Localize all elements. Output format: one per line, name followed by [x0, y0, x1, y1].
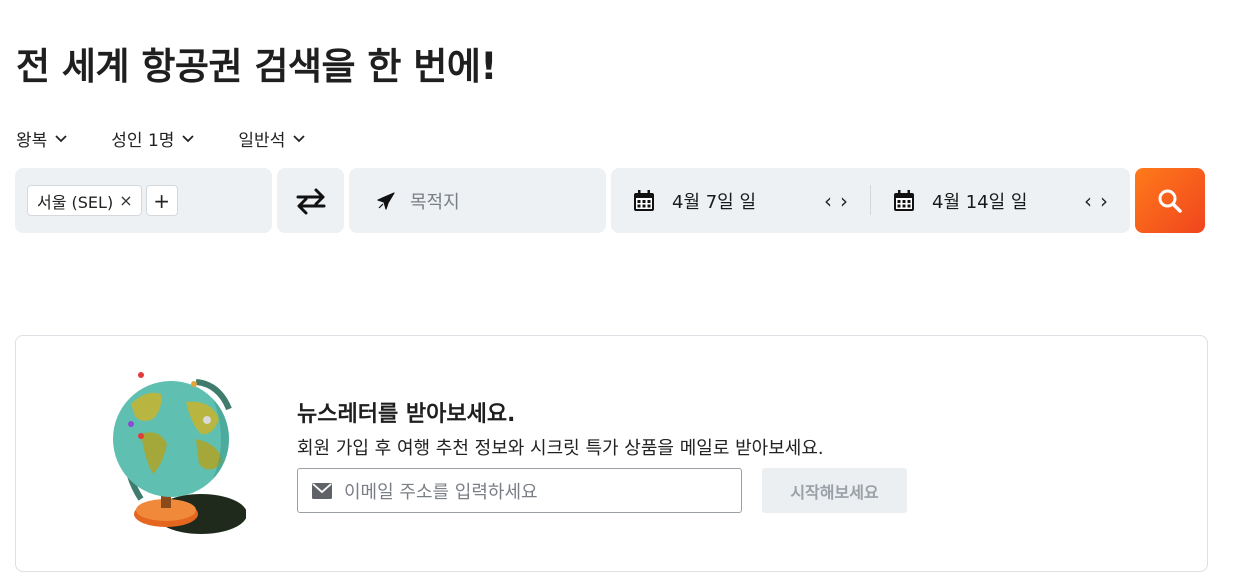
mail-icon: [312, 482, 332, 499]
calendar-icon: [634, 189, 654, 211]
chevron-down-icon: [55, 135, 67, 143]
depart-date-field[interactable]: 4월 7일 일: [633, 168, 756, 233]
return-prev-button[interactable]: ‹: [1084, 189, 1092, 213]
destination-field[interactable]: 목적지: [349, 168, 606, 233]
globe-illustration: [113, 372, 246, 534]
newsletter-card: 뉴스레터를 받아보세요. 회원 가입 후 여행 추천 정보와 시크릿 특가 상품…: [15, 335, 1208, 572]
trip-type-select[interactable]: 왕복: [16, 126, 69, 151]
destination-placeholder: 목적지: [410, 191, 460, 213]
newsletter-description: 회원 가입 후 여행 추천 정보와 시크릿 특가 상품을 메일로 받아보세요.: [297, 438, 824, 459]
return-date-text: 4월 14일 일: [932, 191, 1028, 213]
depart-prev-button[interactable]: ‹: [824, 189, 832, 213]
remove-origin-button[interactable]: ×: [119, 191, 132, 210]
chevron-down-icon: [182, 135, 195, 143]
add-origin-button[interactable]: +: [145, 185, 178, 216]
swap-arrows-icon: [296, 188, 325, 214]
trip-type-label: 왕복: [16, 130, 48, 151]
depart-next-button[interactable]: ›: [840, 189, 848, 213]
date-fields: 4월 7일 일 ‹ › 4월 14일 일 ‹ ›: [611, 168, 1130, 233]
depart-date-stepper: ‹ ›: [824, 168, 848, 233]
passengers-label: 성인 1명: [111, 130, 175, 151]
origin-chip-label: 서울 (SEL): [37, 192, 114, 212]
plane-icon: [377, 191, 395, 210]
search-icon: [1158, 189, 1182, 213]
subscribe-button[interactable]: 시작해보세요: [762, 468, 907, 513]
date-divider: [870, 185, 871, 215]
cabin-select[interactable]: 일반석: [238, 126, 307, 151]
cabin-label: 일반석: [238, 130, 286, 151]
page-title: 전 세계 항공권 검색을 한 번에!: [16, 45, 497, 88]
calendar-icon: [894, 189, 914, 211]
swap-button[interactable]: [277, 168, 344, 233]
search-button[interactable]: [1135, 168, 1205, 233]
return-date-stepper: ‹ ›: [1084, 168, 1108, 233]
origin-chip: 서울 (SEL) ×: [27, 185, 142, 216]
depart-date-text: 4월 7일 일: [672, 191, 757, 213]
newsletter-title: 뉴스레터를 받아보세요.: [297, 402, 516, 427]
passengers-select[interactable]: 성인 1명: [111, 126, 196, 151]
chevron-down-icon: [293, 135, 305, 143]
email-input[interactable]: 이메일 주소를 입력하세요: [297, 468, 742, 513]
email-placeholder: 이메일 주소를 입력하세요: [344, 481, 538, 503]
return-date-field[interactable]: 4월 14일 일: [893, 168, 1027, 233]
origin-field[interactable]: 서울 (SEL) × +: [15, 168, 272, 233]
search-options: 왕복 성인 1명 일반석: [16, 126, 349, 151]
return-next-button[interactable]: ›: [1100, 189, 1108, 213]
